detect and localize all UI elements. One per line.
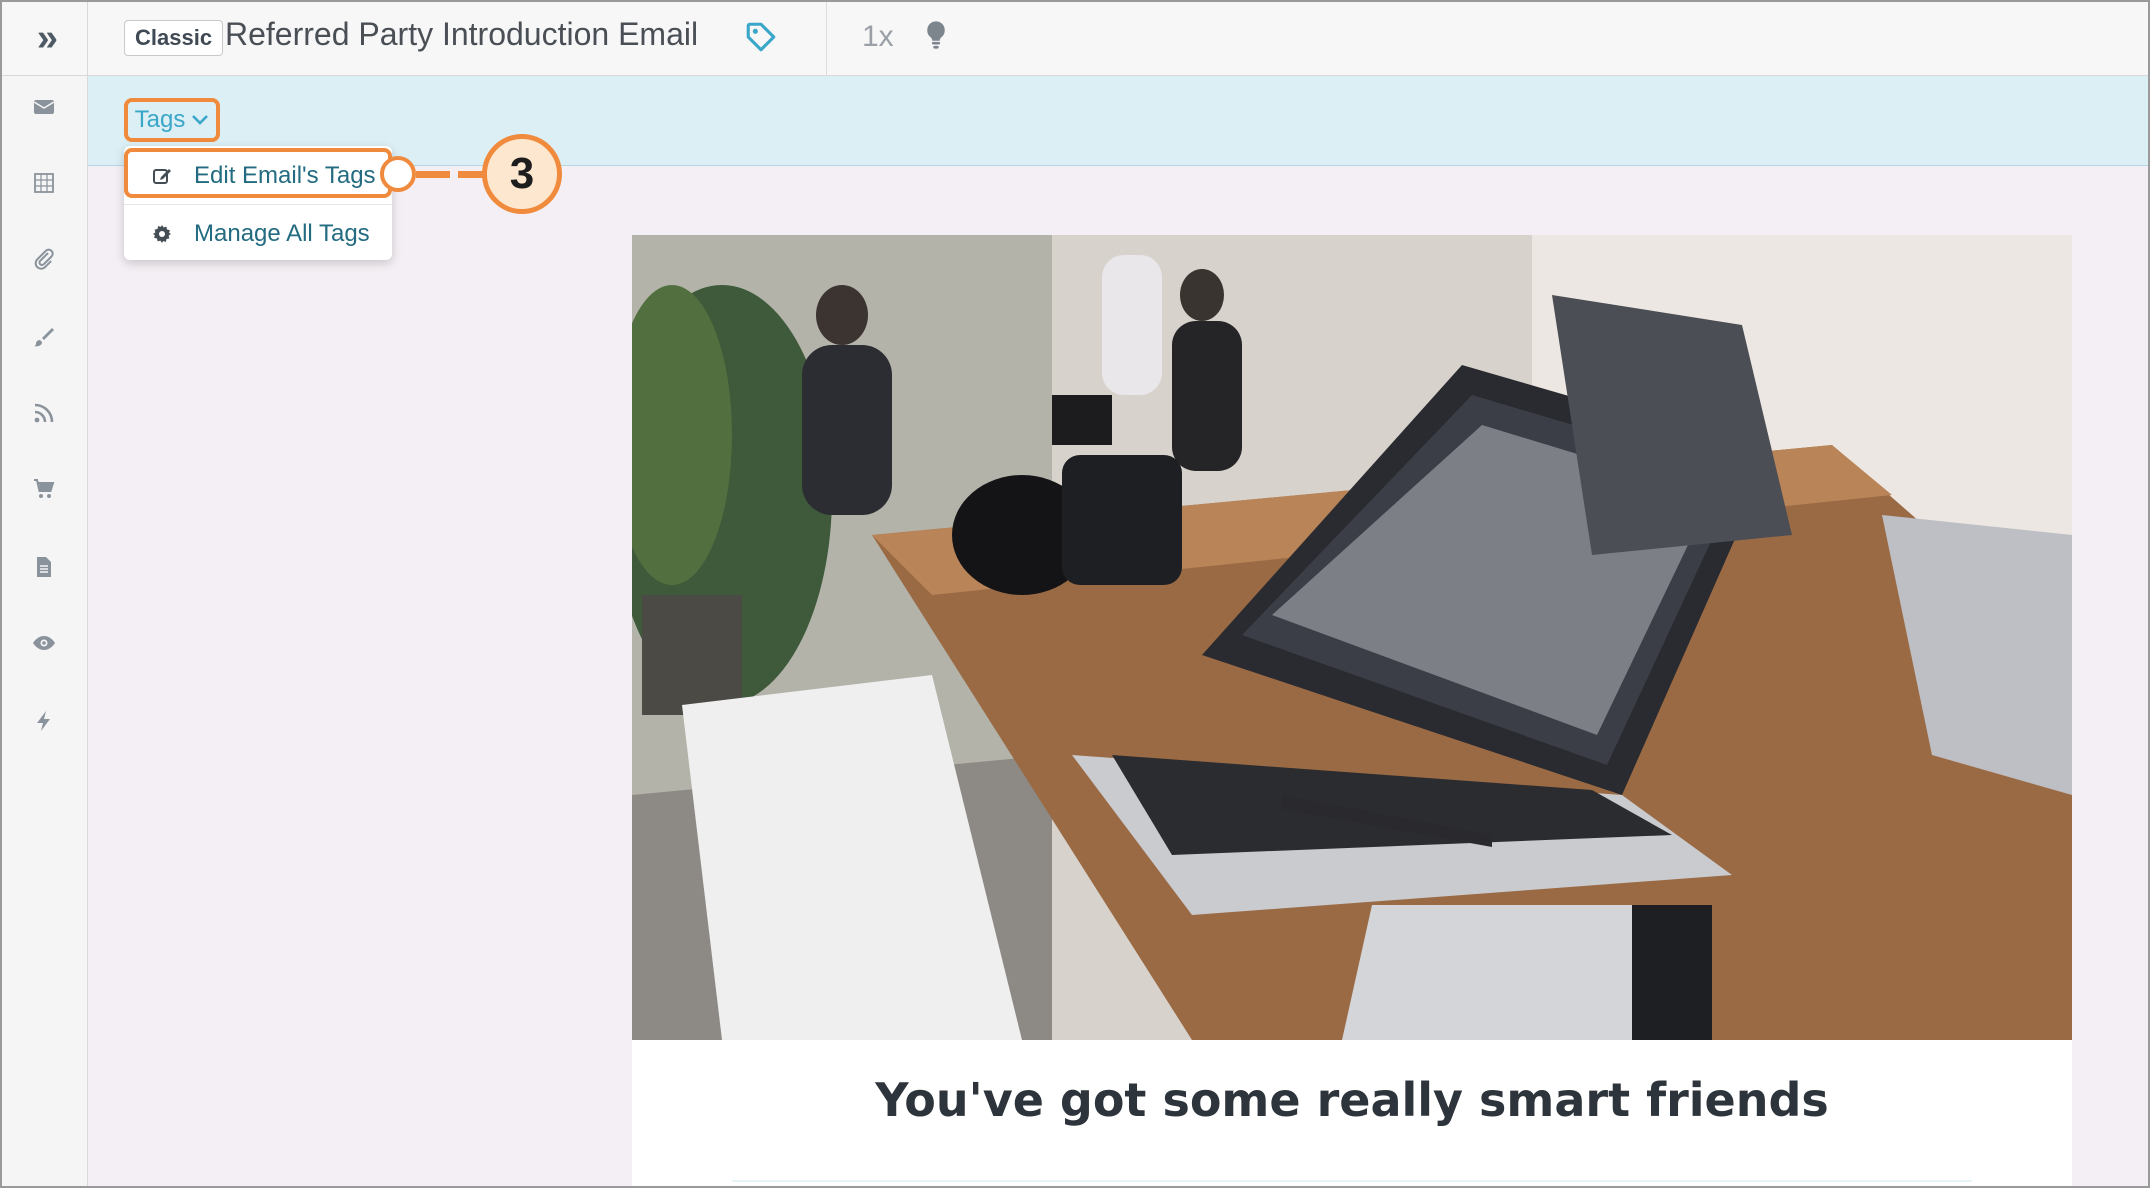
- double-chevron-right-icon: »: [36, 16, 58, 59]
- email-headline[interactable]: You've got some really smart friends: [632, 1073, 2072, 1127]
- mode-badge[interactable]: Classic: [124, 20, 224, 56]
- divider: [732, 1180, 1972, 1182]
- menu-divider: [124, 204, 392, 205]
- rss-icon[interactable]: [31, 400, 57, 426]
- tags-toggle-label: Tags: [134, 106, 186, 133]
- workspace-photo: [632, 235, 2072, 1040]
- top-header: » Classic Referred Party Introduction Em…: [0, 0, 2150, 76]
- sidebar: [0, 76, 88, 1188]
- tags-bar: [88, 76, 2150, 166]
- menu-item-label: Edit Email's Tags: [194, 162, 376, 189]
- hero-image: [632, 235, 2072, 1040]
- eye-icon[interactable]: [31, 630, 57, 656]
- chevron-down-icon: [192, 115, 209, 125]
- tag-icon[interactable]: [744, 20, 778, 54]
- menu-item-edit-emails-tags[interactable]: Edit Email's Tags: [124, 148, 392, 204]
- edit-icon: [153, 169, 171, 184]
- bolt-icon[interactable]: [31, 708, 57, 734]
- brush-icon[interactable]: [31, 324, 57, 350]
- callout-connector: [416, 171, 484, 178]
- document-icon[interactable]: [31, 554, 57, 580]
- lightbulb-icon[interactable]: [924, 20, 948, 50]
- callout-anchor-dot: [380, 156, 416, 192]
- gear-icon: [153, 225, 171, 243]
- paperclip-icon[interactable]: [31, 246, 57, 272]
- cart-icon[interactable]: [31, 476, 57, 502]
- tags-dropdown-toggle[interactable]: Tags: [124, 98, 220, 142]
- envelope-icon[interactable]: [31, 94, 57, 120]
- tags-dropdown-menu: Edit Email's Tags Manage All Tags: [124, 146, 392, 260]
- page-title[interactable]: Referred Party Introduction Email: [225, 16, 698, 53]
- step-number-badge: 3: [482, 134, 562, 214]
- menu-item-label: Manage All Tags: [194, 220, 370, 247]
- expand-sidebar-button[interactable]: »: [0, 0, 88, 76]
- zoom-level[interactable]: 1x: [862, 20, 894, 54]
- grid-icon[interactable]: [31, 170, 57, 196]
- email-preview: You've got some really smart friends: [632, 235, 2072, 1188]
- menu-item-manage-all-tags[interactable]: Manage All Tags: [124, 206, 392, 262]
- header-divider: [826, 0, 827, 76]
